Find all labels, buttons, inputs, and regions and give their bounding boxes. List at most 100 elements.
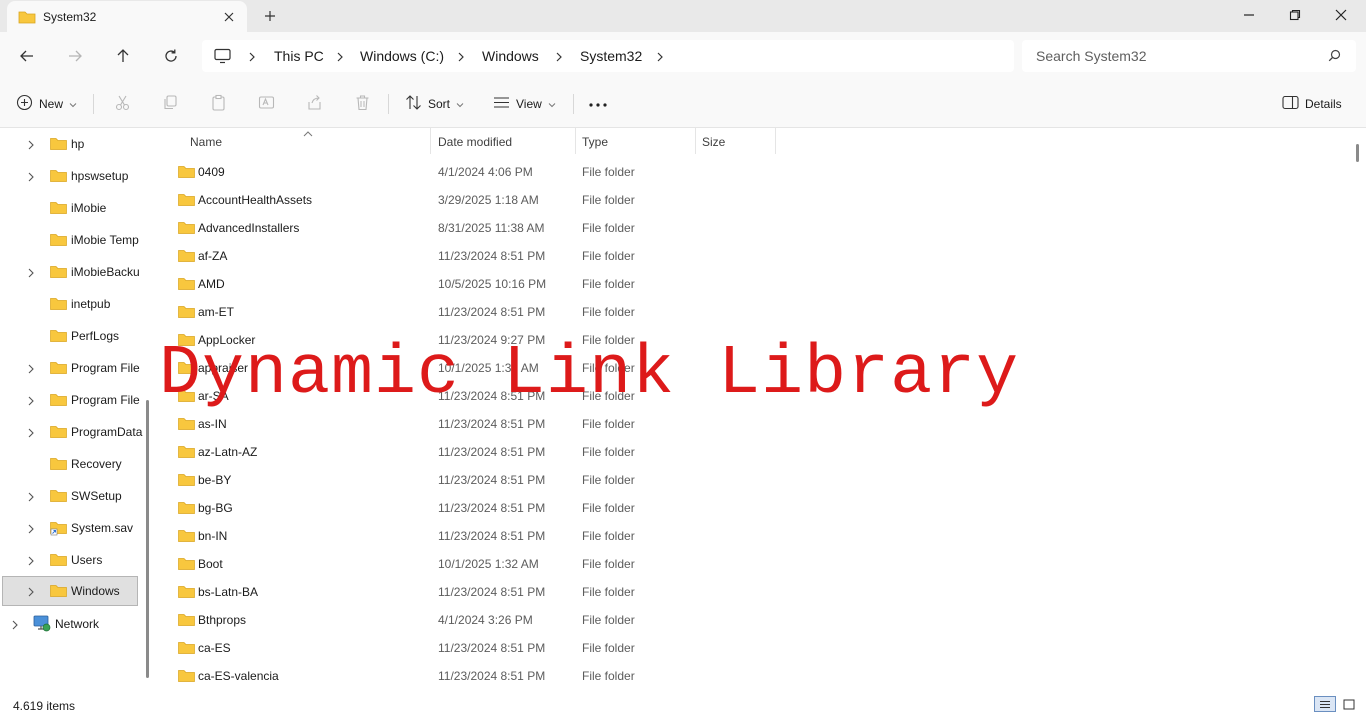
search-icon[interactable] (1328, 49, 1341, 65)
minimize-icon[interactable] (1226, 0, 1272, 30)
sidebar-item-inetpub[interactable]: inetpub (2, 289, 138, 319)
sidebar-item-label: iMobieBacku (71, 265, 140, 279)
table-row[interactable]: bn-IN 11/23/2024 8:51 PM File folder (170, 521, 970, 549)
column-header-date[interactable]: Date modified (438, 135, 512, 157)
copy-button[interactable] (162, 92, 179, 116)
chevron-right-icon[interactable] (27, 586, 35, 600)
column-divider[interactable] (775, 128, 776, 154)
sidebar-item-label: iMobie (71, 201, 107, 215)
new-tab-icon[interactable] (260, 6, 280, 26)
sort-button[interactable]: Sort (405, 92, 464, 116)
table-row[interactable]: be-BY 11/23/2024 8:51 PM File folder (170, 465, 970, 493)
sidebar-item-recovery[interactable]: Recovery (2, 449, 138, 479)
column-divider[interactable] (695, 128, 696, 154)
table-row[interactable]: AMD 10/5/2025 10:16 PM File folder (170, 269, 970, 297)
search-box[interactable]: Search System32 (1022, 40, 1356, 72)
sidebar-item-system-sav[interactable]: System.sav (2, 513, 138, 543)
close-window-icon[interactable] (1318, 0, 1364, 30)
sidebar-scrollbar[interactable] (146, 400, 149, 678)
paste-button[interactable] (210, 92, 227, 116)
folder-icon (50, 201, 67, 217)
sidebar-item-imobie-temp[interactable]: iMobie Temp (2, 225, 139, 255)
see-more-button[interactable] (588, 92, 608, 116)
sidebar-item-windows[interactable]: Windows (2, 576, 138, 606)
refresh-icon[interactable] (159, 44, 183, 68)
table-row[interactable]: ca-ES-valencia 11/23/2024 8:51 PM File fol… (170, 661, 970, 689)
column-header-name[interactable]: Name (190, 135, 222, 157)
chevron-right-icon[interactable] (27, 491, 35, 505)
details-view-icon[interactable] (1314, 696, 1336, 712)
table-row[interactable]: am-ET 11/23/2024 8:51 PM File folder (170, 297, 970, 325)
sidebar-item-perflogs[interactable]: PerfLogs (2, 321, 138, 351)
file-type: File folder (582, 585, 635, 599)
table-row[interactable]: Boot 10/1/2025 1:32 AM File folder (170, 549, 970, 577)
chevron-right-icon[interactable] (555, 51, 563, 65)
column-header-type[interactable]: Type (582, 135, 608, 157)
new-button[interactable]: New (16, 92, 77, 116)
chevron-right-icon[interactable] (27, 523, 35, 537)
sidebar-item-program-files[interactable]: Program File (2, 353, 140, 383)
breadcrumb-system32[interactable]: System32 (580, 48, 642, 64)
chevron-right-icon[interactable] (656, 51, 664, 65)
share-button[interactable] (306, 92, 323, 116)
forward-arrow-icon[interactable] (63, 44, 87, 68)
table-row[interactable]: az-Latn-AZ 11/23/2024 8:51 PM File folder (170, 437, 970, 465)
status-bar: 4.619 items (0, 692, 1366, 713)
view-button[interactable]: View (493, 92, 556, 116)
folder-icon (178, 305, 195, 321)
sidebar-item-program-files-x86[interactable]: Program File (2, 385, 140, 415)
table-row[interactable]: AccountHealthAssets 3/29/2025 1:18 AM File… (170, 185, 970, 213)
date-modified: 4/1/2024 4:06 PM (438, 165, 533, 179)
close-tab-icon[interactable] (219, 7, 239, 27)
sidebar-item-imobiebackup[interactable]: iMobieBacku (2, 257, 140, 287)
tab-system32[interactable]: System32 (7, 1, 247, 32)
chevron-right-icon[interactable] (11, 619, 19, 633)
chevron-right-icon[interactable] (27, 267, 35, 281)
sidebar-item-hpswsetup[interactable]: hpswsetup (2, 161, 138, 191)
address-bar[interactable]: This PC Windows (C:) Windows System32 (202, 40, 1014, 72)
chevron-right-icon[interactable] (27, 139, 35, 153)
chevron-right-icon[interactable] (27, 171, 35, 185)
large-icons-view-icon[interactable] (1338, 696, 1360, 712)
cut-button[interactable] (114, 92, 131, 116)
back-arrow-icon[interactable] (15, 44, 39, 68)
table-row[interactable]: Bthprops 4/1/2024 3:26 PM File folder (170, 605, 970, 633)
sidebar-item-hp[interactable]: hp (2, 129, 138, 159)
sidebar-item-label: iMobie Temp (71, 233, 139, 247)
sidebar-item-network[interactable]: Network (2, 609, 138, 639)
details-button[interactable]: Details (1282, 92, 1342, 116)
file-list-scrollbar[interactable] (1356, 144, 1359, 162)
table-row[interactable]: bs-Latn-BA 11/23/2024 8:51 PM File folder (170, 577, 970, 605)
table-row[interactable]: bg-BG 11/23/2024 8:51 PM File folder (170, 493, 970, 521)
table-row[interactable]: AdvancedInstallers 8/31/2025 11:38 AM File… (170, 213, 970, 241)
chevron-right-icon[interactable] (248, 51, 256, 65)
restore-icon[interactable] (1272, 0, 1318, 30)
chevron-right-icon[interactable] (27, 555, 35, 569)
chevron-right-icon[interactable] (457, 51, 465, 65)
up-arrow-icon[interactable] (111, 44, 135, 68)
column-divider[interactable] (430, 128, 431, 154)
file-name: AMD (198, 277, 225, 291)
sidebar-item-swsetup[interactable]: SWSetup (2, 481, 138, 511)
breadcrumb-this-pc[interactable]: This PC (274, 48, 324, 64)
chevron-right-icon[interactable] (336, 51, 344, 65)
date-modified: 11/23/2024 8:51 PM (438, 585, 546, 599)
folder-icon (50, 233, 67, 249)
sidebar-item-imobie[interactable]: iMobie (2, 193, 138, 223)
table-row[interactable]: af-ZA 11/23/2024 8:51 PM File folder (170, 241, 970, 269)
sidebar-item-programdata[interactable]: ProgramData (2, 417, 142, 447)
table-row[interactable]: 0409 4/1/2024 4:06 PM File folder (170, 157, 970, 185)
rename-button[interactable] (258, 92, 275, 116)
breadcrumb-windows-c[interactable]: Windows (C:) (360, 48, 444, 64)
breadcrumb-windows[interactable]: Windows (482, 48, 539, 64)
chevron-right-icon[interactable] (27, 363, 35, 377)
column-divider[interactable] (575, 128, 576, 154)
delete-button[interactable] (354, 92, 371, 116)
sidebar-item-users[interactable]: Users (2, 545, 138, 575)
toolbar-divider (388, 94, 389, 114)
column-header-size[interactable]: Size (702, 135, 725, 157)
table-row[interactable]: ca-ES 11/23/2024 8:51 PM File folder (170, 633, 970, 661)
chevron-right-icon[interactable] (27, 395, 35, 409)
sidebar-item-label: SWSetup (71, 489, 122, 503)
chevron-right-icon[interactable] (27, 427, 35, 441)
